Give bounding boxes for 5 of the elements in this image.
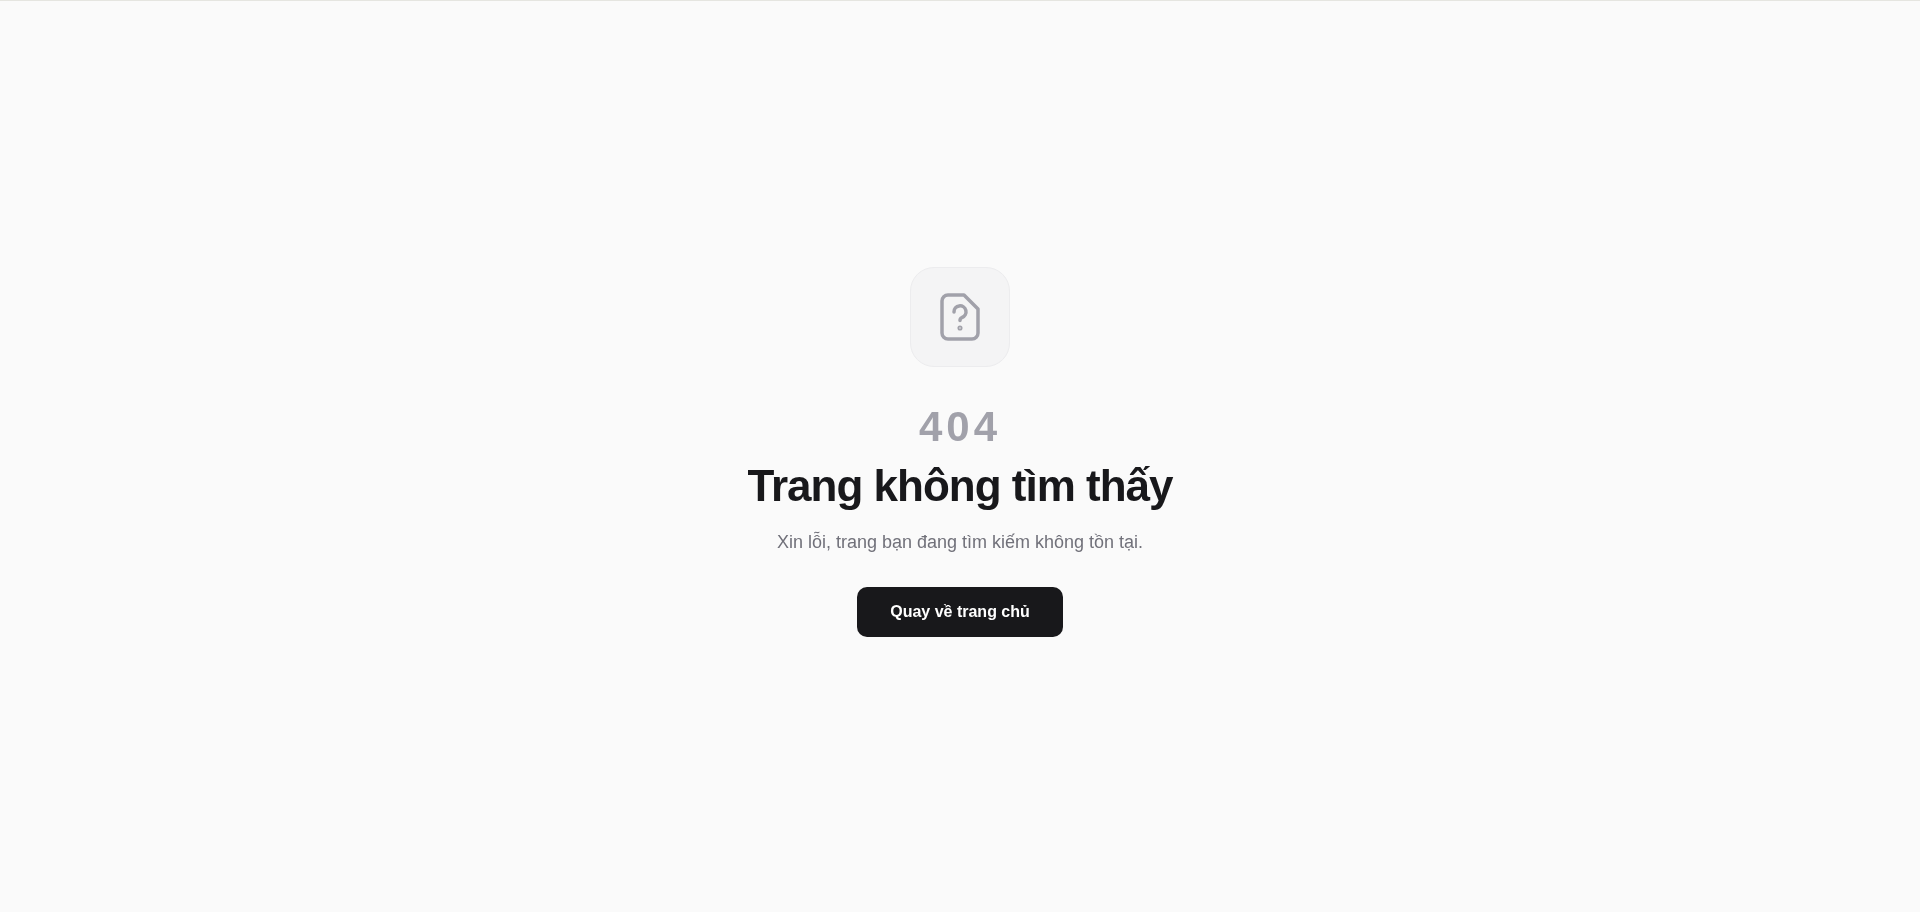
home-button[interactable]: Quay về trang chủ (857, 587, 1063, 637)
error-code: 404 (918, 403, 1002, 451)
page-title: Trang không tìm thấy (747, 460, 1173, 512)
file-question-icon (940, 293, 980, 341)
error-message: Xin lỗi, trang bạn đang tìm kiếm không tồn tại. (776, 530, 1144, 554)
